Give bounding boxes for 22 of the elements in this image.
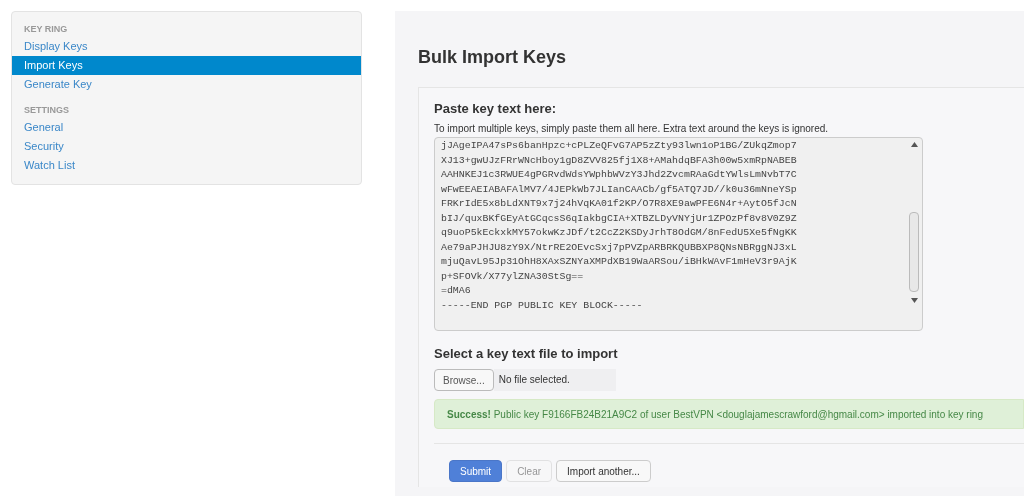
nav-item[interactable]: Import Keys	[12, 56, 361, 75]
nav-item[interactable]: Generate Key	[12, 75, 361, 94]
section-heading: Select a key text file to import	[434, 345, 619, 363]
section-heading: SETTINGS	[23, 104, 70, 117]
scroll-up-icon[interactable]	[910, 142, 918, 147]
key-text: jJAgeIPA47sPs6banHpzc+cPLZeQFvG7AP5zZty93lwn1oP1BG/ZUkqZmop7 XJ13+gwUJzFRrWNcHboy1gD8ZVV825fj1X8+AMahdqBFA3h00w5xmRpNABEB AAHNKEJ1c3RWUE4gPGRvdWdsYWphbWVzY3Jhd2ZvcmRAaGdtYWlsLmNvbT7C wFwEEAEIABAFAlMV7/4JEPkWb7JLIanCAACb/gf5ATQ7JD//k0u36mNneYSp FRKrIdE5x8bLdXNT9x7j24hVqKA01f2KP/O7R8XE9awPFE6N4r+AytO5fJcN bIJ/quxBKfGEyAtGCqcsS6qIakbgCIA+XTBZLDyVNYjUr1ZPOzPf8v8V0Z9Z q9uoP5kEckxkMY57okwKzJDf/t2CcZ2KSDyJrhT8OdGM/8nFedU5Xe5fNgKK Ae79aPJHJU8zY9X/NtrRE2OEvcSxj7pPVZpARBRKQUBBXP8QNsNBRggNJ3xL mjuQavL95Jp31OhH8XAxSZNYaXMPdXB19WaARSou/iBHkWAvF1mHeV3r9AjK p+SFOVk/X77ylZNA30StSg== =dMA6 -----END PGP PUBLIC KEY BLOCK-----	[440, 139, 798, 313]
page-title: Bulk Import Keys	[418, 46, 568, 69]
nav-item[interactable]: General	[12, 118, 361, 137]
nav-item[interactable]: Display Keys	[12, 37, 361, 56]
scroll-down-icon[interactable]	[910, 298, 918, 303]
file-status: No file selected.	[493, 369, 616, 391]
form-button[interactable]: Import another...	[556, 460, 651, 482]
section-heading: KEY RING	[23, 23, 69, 36]
nav-item[interactable]: Watch List	[12, 156, 361, 175]
help-text: To import multiple keys, simply paste them all here. Extra text around the keys is ignored.	[434, 122, 830, 135]
success-alert: Success! Public key F9166FB24B21A9C2 of user BestVPN <douglajamescrawford@hgmail.com> imported into key ring	[434, 399, 1024, 429]
form-button[interactable]: Submit	[449, 460, 503, 482]
key-textarea[interactable]	[434, 137, 923, 331]
browse-button[interactable]: Browse...	[434, 369, 494, 391]
section-heading: Paste key text here:	[434, 100, 558, 118]
nav-item[interactable]: Security	[12, 137, 361, 156]
scroll-thumb[interactable]	[909, 212, 919, 292]
